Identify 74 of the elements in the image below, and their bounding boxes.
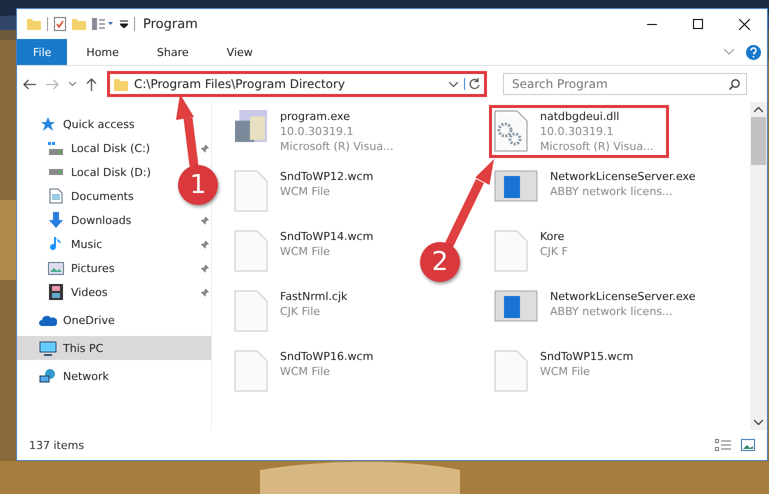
picture-icon [48,262,64,274]
blank-file-icon [234,350,268,392]
refresh-icon[interactable] [469,78,480,90]
maximize-icon[interactable] [693,19,703,29]
scrollbar[interactable] [750,102,767,430]
sidebar-item[interactable]: OneDrive [39,314,115,326]
customize-dropdown-icon[interactable] [120,20,128,28]
file-item[interactable]: NetworkLicenseServer.exe ABBY network licens... [490,286,710,326]
sidebar-item[interactable]: Quick access [39,116,135,132]
sidebar-item[interactable]: Network [39,368,109,384]
drive-icon [48,142,64,154]
file-item[interactable]: SndToWP16.wcm WCM File [230,346,388,396]
file-item[interactable]: Kore CJK F [490,226,582,276]
file-item[interactable]: SndToWP15.wcm WCM File [490,346,648,396]
sidebar-item[interactable]: Local Disk (C:) [47,142,150,154]
blank-file-icon [494,350,528,392]
folder-icon [114,78,128,90]
music-note-icon [50,236,62,252]
cloud-icon [39,314,57,326]
details-view-icon[interactable] [715,439,731,451]
recent-dropdown-icon[interactable] [69,82,76,86]
program-icon [234,110,268,142]
large-icons-view-icon[interactable] [741,439,755,451]
blank-file-icon [234,170,268,212]
pin-icon[interactable] [200,263,210,273]
pin-icon[interactable] [200,287,210,297]
pin-icon[interactable] [200,239,210,249]
film-icon [49,284,63,300]
sidebar-item[interactable]: Videos [47,284,108,300]
view-options-icon[interactable] [92,18,114,30]
gears-file-icon [494,110,528,152]
scroll-up-icon[interactable] [754,107,763,113]
file-item[interactable]: natdbgdeui.dll 10.0.30319.1 Microsoft (R) Visua... [490,106,668,157]
ribbon-tab[interactable]: Share [138,39,208,65]
pin-icon[interactable] [200,215,210,225]
back-arrow-icon[interactable] [23,78,36,90]
ribbon-tab[interactable]: File [17,39,68,65]
blank-file-icon [234,230,268,272]
sidebar-item[interactable]: Music [47,236,102,252]
close-icon[interactable] [738,18,750,30]
file-item[interactable]: SndToWP14.wcm WCM File [230,226,388,276]
window-title: Program [143,16,198,32]
document-icon [49,188,63,204]
search-field[interactable]: Search Program [503,73,747,95]
up-arrow-icon[interactable] [86,78,97,90]
ribbon-tab[interactable]: View [208,39,272,65]
scroll-down-icon[interactable] [754,419,763,425]
application-icon [494,290,538,322]
pin-icon[interactable] [200,143,210,153]
sidebar-item[interactable]: Local Disk (D:) [47,166,151,178]
drive-icon [49,169,63,175]
item-count: 137 items [29,438,84,452]
sidebar-item[interactable]: Documents [47,188,134,204]
file-item[interactable]: FastNrml.cjk CJK File [230,286,362,336]
help-icon[interactable] [746,44,761,60]
download-arrow-icon [48,212,64,228]
file-item[interactable]: SndToWP12.wcm WCM File [230,166,388,216]
star-icon [40,116,56,132]
monitor-icon [39,340,57,356]
blank-file-icon [494,230,528,272]
network-globe-icon [39,368,57,384]
file-item[interactable]: program.exe 10.0.30319.1 Microsoft (R) Visua... [230,106,408,157]
address-bar[interactable]: C:\Program Files\Program Directory [107,71,487,97]
search-icon[interactable] [729,79,740,90]
sidebar-item[interactable]: Downloads [47,212,132,228]
blank-file-icon [234,290,268,332]
expand-ribbon-icon[interactable] [724,49,734,55]
file-item[interactable]: NetworkLicenseServer.exe ABBY network licens... [490,166,710,206]
properties-check-icon[interactable] [54,17,66,31]
dropdown-chevron-icon[interactable] [449,82,458,86]
ribbon-tab[interactable]: Home [67,39,138,65]
application-icon [494,170,538,202]
sidebar-item[interactable]: Pictures [47,262,115,274]
scroll-thumb[interactable] [751,117,766,165]
